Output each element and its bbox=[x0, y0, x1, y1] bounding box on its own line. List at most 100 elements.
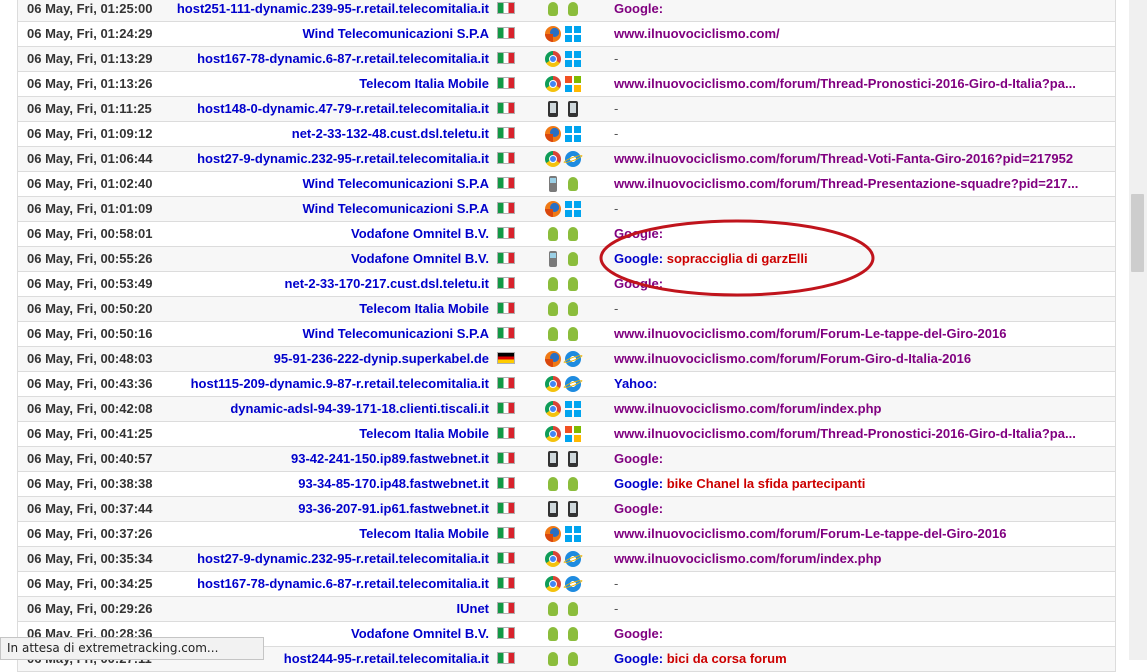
feature-phone-icon bbox=[545, 176, 561, 192]
italy-flag-icon bbox=[497, 102, 515, 116]
referrer-url-link[interactable]: www.ilnuovociclismo.com/forum/Thread-Pre… bbox=[614, 176, 1078, 191]
flag-image bbox=[497, 102, 515, 114]
referrer-url-link[interactable]: www.ilnuovociclismo.com/ bbox=[614, 26, 780, 41]
windows-icon bbox=[565, 401, 581, 417]
referrer-url-link[interactable]: www.ilnuovociclismo.com/forum/Forum-Giro… bbox=[614, 351, 971, 366]
visitor-host-link[interactable]: host27-9-dynamic.232-95-r.retail.telecom… bbox=[158, 147, 489, 171]
visitor-host-link[interactable]: host148-0-dynamic.47-79-r.retail.telecom… bbox=[158, 97, 489, 121]
italy-flag-icon bbox=[497, 277, 515, 291]
visit-time: 06 May, Fri, 01:25:00 bbox=[27, 1, 153, 16]
table-row: 06 May, Fri, 00:35:34 host27-9-dynamic.23… bbox=[17, 547, 1116, 572]
chrome-icon bbox=[545, 426, 561, 442]
android-icon bbox=[565, 176, 581, 192]
flag-image bbox=[497, 52, 515, 64]
referrer-url-link[interactable]: www.ilnuovociclismo.com/forum/Thread-Vot… bbox=[614, 151, 1073, 166]
visitor-host-link[interactable]: 95-91-236-222-dynip.superkabel.de bbox=[158, 347, 489, 371]
visitor-host-link[interactable]: 93-36-207-91.ip61.fastwebnet.it bbox=[158, 497, 489, 521]
android-icon bbox=[545, 301, 561, 317]
referrer-cell: www.ilnuovociclismo.com/ bbox=[614, 22, 1094, 46]
flag-image bbox=[497, 352, 515, 364]
visitor-host-link[interactable]: Wind Telecomunicazioni S.P.A bbox=[158, 322, 490, 346]
referrer-url-link[interactable]: www.ilnuovociclismo.com/forum/index.php bbox=[614, 551, 882, 566]
search-engine-link[interactable]: Google: bbox=[614, 626, 663, 641]
search-engine-link[interactable]: Yahoo: bbox=[614, 376, 657, 391]
referrer-cell: www.ilnuovociclismo.com/forum/Forum-Le-t… bbox=[614, 522, 1094, 546]
ie-icon bbox=[565, 376, 581, 392]
android-icon bbox=[565, 1, 581, 17]
flag-image bbox=[497, 602, 515, 614]
table-row: 06 May, Fri, 00:37:26 Telecom Italia Mobi… bbox=[17, 522, 1116, 547]
visitor-host-link[interactable]: 93-42-241-150.ip89.fastwebnet.it bbox=[158, 447, 489, 471]
scrollbar-thumb[interactable] bbox=[1131, 194, 1144, 272]
windows-icon bbox=[565, 126, 581, 142]
visitor-host-link[interactable]: Wind Telecomunicazioni S.P.A bbox=[158, 22, 490, 46]
referrer-cell: www.ilnuovociclismo.com/forum/Thread-Vot… bbox=[614, 147, 1094, 171]
visitor-host-link[interactable]: Wind Telecomunicazioni S.P.A bbox=[158, 197, 490, 221]
table-row: 06 May, Fri, 01:02:40 Wind Telecomunicazi… bbox=[17, 172, 1116, 197]
firefox-icon bbox=[545, 526, 561, 542]
table-row: 06 May, Fri, 01:06:44 host27-9-dynamic.23… bbox=[17, 147, 1116, 172]
search-engine-link[interactable]: Google: bbox=[614, 476, 663, 491]
italy-flag-icon bbox=[497, 2, 515, 16]
visitor-host-link[interactable]: 93-34-85-170.ip48.fastwebnet.it bbox=[158, 472, 489, 496]
visitor-host-link[interactable]: Vodafone Omnitel B.V. bbox=[158, 222, 489, 246]
referrer-url-link[interactable]: www.ilnuovociclismo.com/forum/Forum-Le-t… bbox=[614, 326, 1006, 341]
browser-os-icons bbox=[545, 51, 589, 67]
browser-os-icons bbox=[545, 426, 589, 442]
visitor-host-link[interactable]: Telecom Italia Mobile bbox=[158, 422, 489, 446]
empty-referrer: - bbox=[614, 101, 619, 116]
android-icon bbox=[545, 651, 561, 667]
visitor-host-link[interactable]: Telecom Italia Mobile bbox=[158, 522, 489, 546]
visitor-host-link[interactable]: Telecom Italia Mobile bbox=[158, 72, 489, 96]
visitor-host-link[interactable]: host251-111-dynamic.239-95-r.retail.tele… bbox=[158, 0, 489, 21]
visit-time: 06 May, Fri, 00:38:38 bbox=[27, 476, 153, 491]
visitor-host-link[interactable]: net-2-33-132-48.cust.dsl.teletu.it bbox=[158, 122, 489, 146]
flag-image bbox=[497, 27, 515, 39]
visitor-host-link[interactable]: Telecom Italia Mobile bbox=[158, 297, 489, 321]
referrer-cell: Google: bbox=[614, 622, 1094, 646]
referrer-cell: www.ilnuovociclismo.com/forum/Forum-Le-t… bbox=[614, 322, 1094, 346]
ie-icon bbox=[565, 551, 581, 567]
visitor-host-link[interactable]: IUnet bbox=[158, 597, 490, 621]
android-icon bbox=[565, 251, 581, 267]
browser-os-icons bbox=[545, 601, 589, 617]
visitor-host-link[interactable]: dynamic-adsl-94-39-171-18.clienti.tiscal… bbox=[158, 397, 489, 421]
visitor-host-link[interactable]: host115-209-dynamic.9-87-r.retail.teleco… bbox=[158, 372, 489, 396]
search-engine-link[interactable]: Google: bbox=[614, 501, 663, 516]
search-engine-link[interactable]: Google: bbox=[614, 651, 663, 666]
visit-time: 06 May, Fri, 00:55:26 bbox=[27, 251, 153, 266]
referrer-url-link[interactable]: www.ilnuovociclismo.com/forum/Forum-Le-t… bbox=[614, 526, 1006, 541]
referrer-url-link[interactable]: www.ilnuovociclismo.com/forum/Thread-Pro… bbox=[614, 76, 1076, 91]
visitor-host-link[interactable]: Wind Telecomunicazioni S.P.A bbox=[158, 172, 490, 196]
visitor-host-link[interactable]: host167-78-dynamic.6-87-r.retail.telecom… bbox=[158, 47, 489, 71]
search-keywords[interactable]: bici da corsa forum bbox=[667, 651, 787, 666]
table-row: 06 May, Fri, 00:50:20 Telecom Italia Mobi… bbox=[17, 297, 1116, 322]
firefox-icon bbox=[545, 26, 561, 42]
search-engine-link[interactable]: Google: bbox=[614, 451, 663, 466]
table-row: 06 May, Fri, 01:13:29 host167-78-dynamic.… bbox=[17, 47, 1116, 72]
italy-flag-icon bbox=[497, 202, 515, 216]
flag-image bbox=[497, 177, 515, 189]
visitor-host-link[interactable]: net-2-33-170-217.cust.dsl.teletu.it bbox=[158, 272, 489, 296]
ie-icon bbox=[565, 576, 581, 592]
visitor-host-link[interactable]: host27-9-dynamic.232-95-r.retail.telecom… bbox=[158, 547, 489, 571]
italy-flag-icon bbox=[497, 227, 515, 241]
android-icon bbox=[565, 326, 581, 342]
visitor-host-link[interactable]: host167-78-dynamic.6-87-r.retail.telecom… bbox=[158, 572, 489, 596]
italy-flag-icon bbox=[497, 627, 515, 641]
browser-os-icons bbox=[545, 201, 589, 217]
visit-time: 06 May, Fri, 01:02:40 bbox=[27, 176, 153, 191]
referrer-url-link[interactable]: www.ilnuovociclismo.com/forum/index.php bbox=[614, 401, 882, 416]
chrome-icon bbox=[545, 551, 561, 567]
vertical-scrollbar[interactable] bbox=[1129, 0, 1147, 660]
windows-xp-icon bbox=[565, 426, 581, 442]
referrer-url-link[interactable]: www.ilnuovociclismo.com/forum/Thread-Pro… bbox=[614, 426, 1076, 441]
visitor-host-link[interactable]: Vodafone Omnitel B.V. bbox=[158, 247, 489, 271]
flag-image bbox=[497, 2, 515, 14]
table-row: 06 May, Fri, 00:42:08 dynamic-adsl-94-39-… bbox=[17, 397, 1116, 422]
search-engine-link[interactable]: Google: bbox=[614, 1, 663, 16]
empty-referrer: - bbox=[614, 51, 619, 66]
search-keywords[interactable]: bike Chanel la sfida partecipanti bbox=[667, 476, 866, 491]
browser-os-icons bbox=[545, 276, 589, 292]
visitor-log-table: 06 May, Fri, 01:25:00 host251-111-dynamic… bbox=[17, 0, 1116, 672]
